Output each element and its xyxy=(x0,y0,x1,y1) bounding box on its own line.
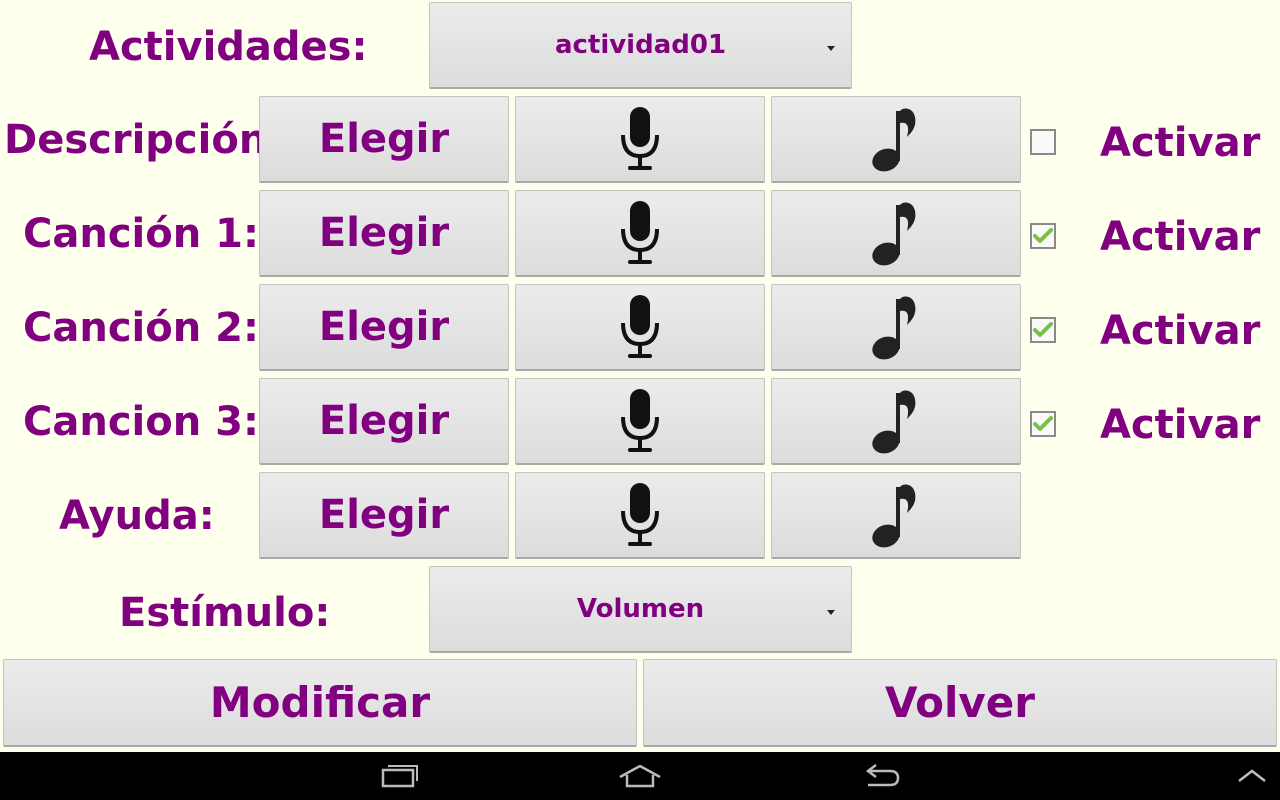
stimulus-spinner[interactable]: Volumen xyxy=(429,566,852,653)
menu-expand-button[interactable] xyxy=(1228,752,1276,800)
song-1-label: Canción 1: xyxy=(23,210,259,257)
microphone-icon xyxy=(621,201,659,264)
song-1-activate-label: Activar xyxy=(1100,214,1261,260)
song-1-record-button[interactable] xyxy=(515,190,765,277)
stimulus-label: Estímulo: xyxy=(119,590,331,636)
microphone-icon xyxy=(621,107,659,170)
activities-selected-value: actividad01 xyxy=(554,30,727,60)
stimulus-selected-value: Volumen xyxy=(576,594,705,624)
description-activate-checkbox[interactable] xyxy=(1030,129,1056,155)
microphone-icon xyxy=(621,295,659,358)
description-choose-button[interactable]: Elegir xyxy=(259,96,509,183)
description-play-button[interactable] xyxy=(771,96,1021,183)
song-2-choose-button[interactable]: Elegir xyxy=(259,284,509,371)
music-note-icon xyxy=(872,108,916,172)
back-nav-button[interactable] xyxy=(852,752,912,800)
chevron-up-icon xyxy=(1238,769,1266,782)
home-button[interactable] xyxy=(610,752,670,800)
description-label: Descripción: xyxy=(4,116,284,163)
song-3-activate-label: Activar xyxy=(1100,402,1261,448)
dropdown-caret-icon xyxy=(827,46,835,51)
song-1-activate-checkbox[interactable] xyxy=(1030,223,1056,249)
microphone-icon xyxy=(621,483,659,546)
song-3-choose-button[interactable]: Elegir xyxy=(259,378,509,465)
help-choose-button[interactable]: Elegir xyxy=(259,472,509,559)
song-1-choose-button[interactable]: Elegir xyxy=(259,190,509,277)
activities-spinner[interactable]: actividad01 xyxy=(429,2,852,89)
song-2-activate-checkbox[interactable] xyxy=(1030,317,1056,343)
dropdown-caret-icon xyxy=(827,610,835,615)
song-1-play-button[interactable] xyxy=(771,190,1021,277)
home-icon xyxy=(619,764,661,788)
checkmark-icon xyxy=(1033,228,1053,243)
modify-button[interactable]: Modificar xyxy=(3,659,637,747)
help-play-button[interactable] xyxy=(771,472,1021,559)
checkmark-icon xyxy=(1033,416,1053,431)
activity-editor-screen: Actividades: actividad01 Descripción: El… xyxy=(0,0,1280,752)
song-2-record-button[interactable] xyxy=(515,284,765,371)
music-note-icon xyxy=(872,202,916,266)
music-note-icon xyxy=(872,390,916,454)
song-3-record-button[interactable] xyxy=(515,378,765,465)
system-navigation-bar xyxy=(0,752,1280,800)
music-note-icon xyxy=(872,484,916,548)
music-note-icon xyxy=(872,296,916,360)
song-2-play-button[interactable] xyxy=(771,284,1021,371)
recent-apps-button[interactable] xyxy=(370,752,430,800)
description-record-button[interactable] xyxy=(515,96,765,183)
description-activate-label: Activar xyxy=(1100,120,1261,166)
help-label: Ayuda: xyxy=(59,492,215,539)
song-2-label: Canción 2: xyxy=(23,304,259,351)
back-button[interactable]: Volver xyxy=(643,659,1277,747)
activities-label: Actividades: xyxy=(89,24,368,70)
song-2-activate-label: Activar xyxy=(1100,308,1261,354)
help-record-button[interactable] xyxy=(515,472,765,559)
song-3-activate-checkbox[interactable] xyxy=(1030,411,1056,437)
song-3-play-button[interactable] xyxy=(771,378,1021,465)
back-arrow-icon xyxy=(865,764,900,787)
song-3-label: Cancion 3: xyxy=(23,398,259,445)
microphone-icon xyxy=(621,389,659,452)
checkmark-icon xyxy=(1033,322,1053,337)
recent-apps-icon xyxy=(381,765,418,788)
